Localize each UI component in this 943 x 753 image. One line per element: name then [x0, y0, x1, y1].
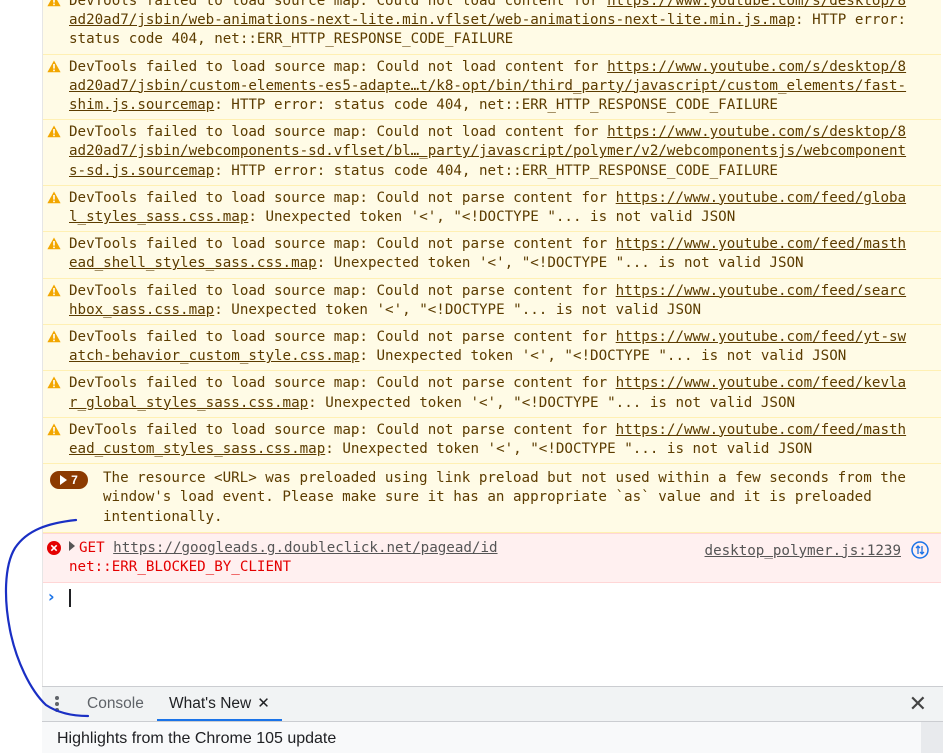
request-url-link[interactable]: https://googleads.g.doubleclick.net/page… [113, 540, 497, 556]
warning-detail: : Unexpected token '<', "<!DOCTYPE "... … [214, 301, 702, 318]
whats-new-panel: Highlights from the Chrome 105 update [42, 722, 943, 753]
warning-text: DevTools failed to load source map: Coul… [69, 282, 616, 299]
error-message: GET https://googleads.g.doubleclick.net/… [43, 532, 941, 583]
warning-message: DevTools failed to load source map: Coul… [43, 0, 941, 55]
prompt-chevron-icon: › [48, 586, 55, 606]
warning-detail: : Unexpected token '<', "<!DOCTYPE "... … [359, 348, 847, 365]
warning-icon [47, 423, 61, 436]
group-count: 7 [71, 472, 78, 487]
warning-icon [47, 60, 61, 73]
left-gutter [0, 0, 42, 753]
tab-whats-new-close-icon[interactable]: ✕ [257, 695, 270, 712]
warning-text: DevTools failed to load source map: Coul… [69, 421, 616, 438]
expand-triangle-icon [60, 475, 68, 486]
preload-warning-group: 7 The resource <URL> was preloaded using … [43, 464, 941, 533]
warning-message: DevTools failed to load source map: Coul… [43, 278, 941, 326]
warning-text: DevTools failed to load source map: Coul… [69, 58, 608, 75]
error-detail: net::ERR_BLOCKED_BY_CLIENT [69, 558, 292, 575]
text-caret [69, 588, 71, 607]
warning-icon [47, 125, 61, 138]
preload-warning-text: The resource <URL> was preloaded using l… [103, 470, 906, 525]
warning-message: DevTools failed to load source map: Coul… [43, 54, 941, 121]
console-messages: DevTools failed to load source map: Coul… [43, 0, 941, 609]
warning-icon [47, 0, 61, 7]
tab-console[interactable]: Console [87, 687, 144, 721]
warning-text: DevTools failed to load source map: Coul… [69, 329, 616, 346]
tab-whats-new-label: What's New [169, 695, 252, 712]
warning-detail: : Unexpected token '<', "<!DOCTYPE "... … [325, 441, 813, 458]
expand-triangle-icon[interactable] [69, 540, 75, 551]
warning-icon [47, 237, 61, 250]
warning-message: DevTools failed to load source map: Coul… [43, 185, 941, 233]
warning-message: DevTools failed to load source map: Coul… [43, 325, 941, 372]
whats-new-highlight-heading: Highlights from the Chrome 105 update [57, 730, 337, 747]
warning-text: DevTools failed to load source map: Coul… [69, 0, 608, 9]
tab-whats-new[interactable]: What's New ✕ [157, 687, 282, 721]
warning-text: DevTools failed to load source map: Coul… [69, 236, 616, 253]
drawer-close-icon[interactable]: ✕ [909, 692, 927, 717]
warning-message: DevTools failed to load source map: Coul… [43, 371, 941, 418]
whats-new-scrollbar[interactable] [921, 722, 943, 753]
console-panel[interactable]: DevTools failed to load source map: Coul… [42, 0, 941, 686]
group-expand-badge[interactable]: 7 [50, 471, 88, 490]
warning-detail: : HTTP error: status code 404, net::ERR_… [214, 162, 778, 179]
warning-message: DevTools failed to load source map: Coul… [43, 120, 941, 186]
warning-icon [47, 330, 61, 343]
warning-icon [47, 191, 61, 204]
warning-detail: : Unexpected token '<', "<!DOCTYPE "... … [248, 209, 736, 226]
warning-detail: : Unexpected token '<', "<!DOCTYPE "... … [316, 255, 804, 272]
warning-detail: : Unexpected token '<', "<!DOCTYPE "... … [308, 394, 796, 411]
warning-text: DevTools failed to load source map: Coul… [69, 189, 616, 206]
source-location-link[interactable]: desktop_polymer.js:1239 [705, 542, 901, 561]
request-method: GET [79, 539, 105, 556]
warning-message: DevTools failed to load source map: Coul… [43, 232, 941, 279]
warning-icon [47, 284, 61, 297]
error-icon [47, 540, 61, 555]
warning-icon [47, 376, 61, 389]
warning-message: DevTools failed to load source map: Coul… [43, 417, 941, 465]
console-prompt[interactable]: › [43, 583, 941, 609]
network-request-icon[interactable] [911, 541, 929, 559]
warning-detail: : HTTP error: status code 404, net::ERR_… [214, 97, 778, 114]
warning-text: DevTools failed to load source map: Coul… [69, 375, 616, 392]
drawer-toolbar: Console What's New ✕ ✕ [42, 686, 943, 722]
more-vert-icon[interactable] [54, 695, 60, 713]
warning-text: DevTools failed to load source map: Coul… [69, 124, 608, 141]
